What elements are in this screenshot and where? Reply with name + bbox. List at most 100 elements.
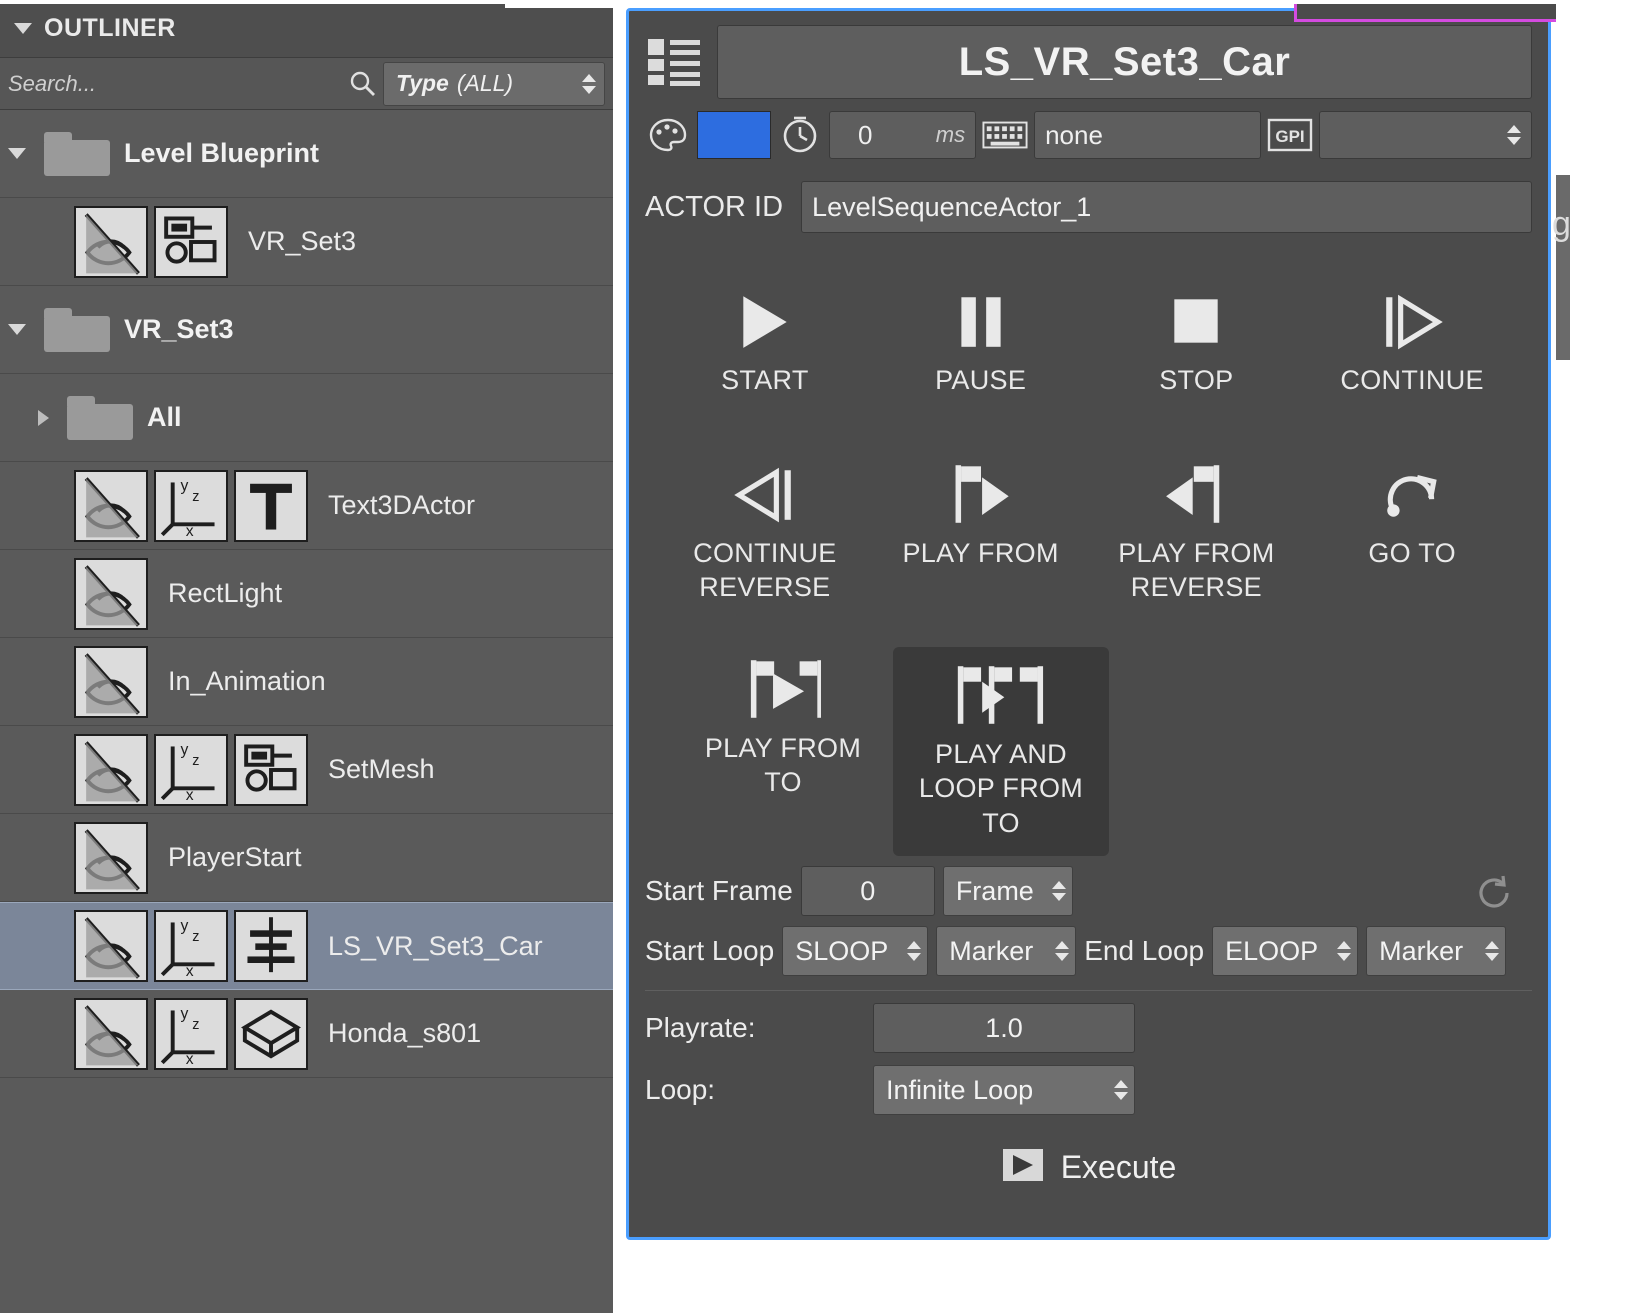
chevron-updown-icon[interactable] bbox=[1053, 941, 1071, 962]
shortcut-field[interactable]: none bbox=[1034, 111, 1261, 159]
start-frame-unit-select[interactable]: Frame bbox=[942, 866, 1073, 917]
svg-text:y: y bbox=[181, 917, 189, 934]
reload-icon[interactable] bbox=[1474, 873, 1514, 913]
gpi-select[interactable] bbox=[1318, 111, 1532, 159]
right-hidden-panel bbox=[1556, 175, 1570, 360]
playrate-row: Playrate: 1.0 bbox=[629, 1003, 1548, 1054]
start-loop-select[interactable]: SLOOP bbox=[782, 926, 929, 977]
blueprint-icon bbox=[154, 205, 228, 278]
chevron-right-icon[interactable] bbox=[38, 409, 49, 426]
clock-icon[interactable] bbox=[777, 112, 823, 158]
chevron-updown-icon[interactable] bbox=[1050, 881, 1068, 902]
keyboard-icon[interactable] bbox=[982, 112, 1028, 158]
outliner-row-label: All bbox=[147, 402, 182, 432]
axis-icon: yz x bbox=[154, 997, 228, 1070]
start-frame-input[interactable]: 0 bbox=[800, 866, 935, 917]
eye-hidden-icon[interactable] bbox=[74, 997, 148, 1070]
search-icon[interactable] bbox=[343, 70, 383, 98]
eye-hidden-icon[interactable] bbox=[74, 733, 148, 806]
actor-id-field[interactable]: LevelSequenceActor_1 bbox=[801, 181, 1532, 233]
end-loop-type-value: Marker bbox=[1379, 935, 1464, 966]
svg-text:x: x bbox=[186, 1051, 194, 1068]
chevron-updown-icon[interactable] bbox=[905, 941, 923, 962]
transport-button-play-from[interactable]: PLAY FROM bbox=[873, 452, 1089, 579]
transport-button-play-and-loop-from-to[interactable]: PLAY AND LOOP FROM TO bbox=[893, 646, 1109, 857]
bottom-margin bbox=[613, 1246, 1637, 1313]
chevron-down-icon[interactable] bbox=[8, 148, 26, 159]
chevron-updown-icon[interactable] bbox=[580, 73, 598, 94]
outliner-row-all[interactable]: All bbox=[0, 374, 613, 462]
outliner-row-label: Honda_s801 bbox=[328, 1018, 482, 1048]
transport-button-stop[interactable]: STOP bbox=[1089, 279, 1305, 406]
outliner-row-text3dactor[interactable]: y z x Text3DActor bbox=[0, 462, 613, 550]
transport-row-3: PLAY FROM TO PLAY AND LOOP FROM TO bbox=[629, 646, 1548, 857]
go-to-icon bbox=[1380, 462, 1444, 526]
continue-reverse-icon bbox=[733, 462, 797, 526]
eye-hidden-icon[interactable] bbox=[74, 469, 148, 542]
outliner-row-vr-set3[interactable]: VR_Set3 bbox=[0, 198, 613, 286]
transport-button-continue-reverse[interactable]: CONTINUE REVERSE bbox=[657, 452, 873, 613]
start-frame-row: Start Frame 0 Frame bbox=[629, 866, 1548, 917]
outliner-row-label: Level Blueprint bbox=[124, 138, 320, 168]
search-input[interactable] bbox=[0, 69, 343, 98]
eye-hidden-icon[interactable] bbox=[74, 821, 148, 894]
outliner-row-playerstart[interactable]: PlayerStart bbox=[0, 814, 613, 902]
eye-hidden-icon[interactable] bbox=[74, 645, 148, 718]
playrate-input[interactable]: 1.0 bbox=[873, 1003, 1135, 1054]
transport-button-continue[interactable]: CONTINUE bbox=[1304, 279, 1520, 406]
outliner-row-rectlight[interactable]: RectLight bbox=[0, 550, 613, 638]
outliner-row-label: In_Animation bbox=[168, 666, 326, 696]
loop-select[interactable]: Infinite Loop bbox=[873, 1065, 1135, 1116]
eye-hidden-icon[interactable] bbox=[74, 205, 148, 278]
chevron-down-icon[interactable] bbox=[8, 324, 26, 335]
chevron-updown-icon[interactable] bbox=[1483, 941, 1501, 962]
end-loop-select[interactable]: ELOOP bbox=[1212, 926, 1359, 977]
start-frame-unit-value: Frame bbox=[955, 875, 1034, 906]
outliner-tree: Level Blueprint VR_Set3 VR_Set3 All y z x Text3… bbox=[0, 110, 613, 1078]
transport-button-label: PAUSE bbox=[935, 365, 1027, 395]
chevron-updown-icon[interactable] bbox=[1505, 125, 1523, 145]
outliner-row-ls-vr-set3-car[interactable]: y z x LS_VR_Set3_Car bbox=[0, 902, 613, 990]
eye-hidden-icon[interactable] bbox=[74, 910, 148, 982]
outliner-row-level-blueprint[interactable]: Level Blueprint bbox=[0, 110, 613, 198]
right-panel-letter: g bbox=[1552, 205, 1571, 243]
transport-button-play-from-reverse[interactable]: PLAY FROM REVERSE bbox=[1089, 452, 1305, 613]
type-filter-dropdown[interactable]: Type (ALL) bbox=[383, 61, 605, 106]
transport-button-start[interactable]: START bbox=[657, 279, 873, 406]
transport-button-play-from-to[interactable]: PLAY FROM TO bbox=[679, 647, 887, 808]
gpi-icon[interactable]: GPI bbox=[1267, 112, 1313, 158]
chevron-updown-icon[interactable] bbox=[1335, 941, 1353, 962]
palette-icon[interactable] bbox=[645, 112, 691, 158]
outliner-row-setmesh[interactable]: y z x SetMesh bbox=[0, 726, 613, 814]
divider bbox=[645, 990, 1532, 992]
color-swatch[interactable] bbox=[697, 111, 771, 159]
delay-field[interactable]: 0 ms bbox=[829, 111, 977, 159]
mesh-icon bbox=[234, 997, 308, 1070]
chevron-updown-icon[interactable] bbox=[1112, 1080, 1130, 1101]
panel-title-field[interactable]: LS_VR_Set3_Car bbox=[717, 25, 1532, 99]
start-loop-label: Start Loop bbox=[645, 935, 775, 967]
outliner-row-label: VR_Set3 bbox=[248, 226, 357, 256]
outliner-header[interactable]: OUTLINER bbox=[0, 0, 613, 58]
svg-text:z: z bbox=[192, 488, 199, 504]
outliner-row-honda-s801[interactable]: y z x Honda_s801 bbox=[0, 990, 613, 1078]
play-icon bbox=[733, 289, 797, 353]
outliner-title: OUTLINER bbox=[44, 14, 176, 42]
outliner-row-in-animation[interactable]: In_Animation bbox=[0, 638, 613, 726]
execute-button[interactable]: Execute bbox=[629, 1145, 1548, 1190]
svg-text:z: z bbox=[192, 929, 199, 945]
outliner-panel: OUTLINER Type (ALL) Level Blueprint VR_Se… bbox=[0, 0, 613, 1313]
start-loop-type-select[interactable]: Marker bbox=[936, 926, 1077, 977]
list-icon[interactable] bbox=[645, 35, 703, 89]
transport-button-pause[interactable]: PAUSE bbox=[873, 279, 1089, 406]
type-filter-value: (ALL) bbox=[456, 70, 514, 96]
outliner-row-vr-set3[interactable]: VR_Set3 bbox=[0, 286, 613, 374]
loop-row: Loop: Infinite Loop bbox=[629, 1065, 1548, 1116]
eye-hidden-icon[interactable] bbox=[74, 557, 148, 630]
transport-button-go-to[interactable]: GO TO bbox=[1304, 452, 1520, 579]
svg-text:x: x bbox=[186, 963, 194, 980]
type-filter-label: Type bbox=[396, 70, 449, 96]
outliner-row-label: SetMesh bbox=[328, 754, 435, 784]
outliner-collapse-icon[interactable] bbox=[14, 23, 32, 34]
end-loop-type-select[interactable]: Marker bbox=[1366, 926, 1507, 977]
